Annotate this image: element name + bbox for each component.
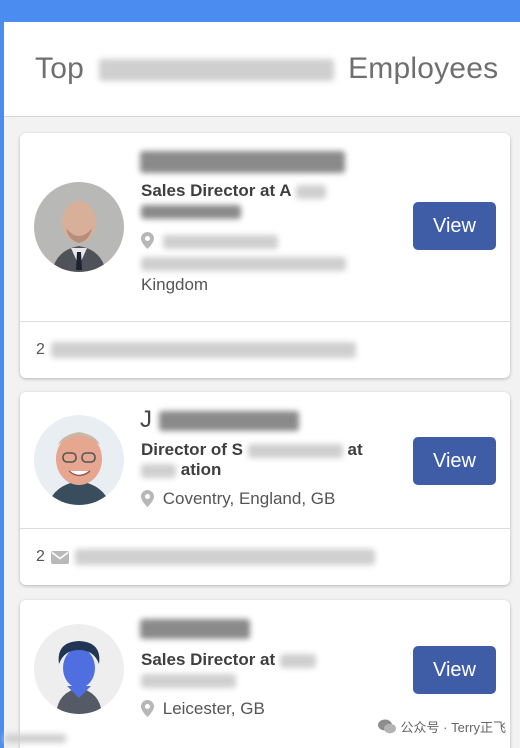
watermark: 公众号 · Terry正飞 [377, 717, 506, 736]
employee-card: J Director of S at ation Coventry, Engla… [20, 392, 510, 585]
employee-card-footer: 2 [20, 528, 510, 585]
envelope-icon [50, 550, 69, 564]
employee-name [140, 614, 250, 642]
redacted-email [74, 549, 375, 565]
page-title: Top Employees [35, 52, 499, 85]
employee-location: Kingdom [141, 230, 391, 296]
location-pin-icon [141, 700, 154, 717]
employee-card-main: Sales Director at A Kingdom View [20, 133, 510, 321]
employee-avatar [34, 182, 124, 272]
employee-location: Leicester, GB [141, 698, 391, 720]
redacted-company-name [98, 59, 334, 82]
employee-title: Sales Director at A [141, 181, 396, 221]
corner-watermark [4, 732, 66, 744]
employee-avatar [34, 415, 124, 505]
employee-avatar [34, 624, 124, 714]
employee-name [140, 147, 345, 175]
employee-name: J [140, 406, 299, 434]
view-button[interactable]: View [413, 646, 496, 694]
employee-location: Coventry, England, GB [141, 488, 391, 510]
wechat-icon [377, 719, 396, 734]
employee-title: Director of S at ation [141, 440, 363, 479]
location-pin-icon [141, 490, 154, 507]
location-pin-icon [141, 232, 154, 249]
employees-panel: Top Employees Sales Director at A Kingdo… [4, 22, 520, 748]
employee-card-footer: 2 [20, 321, 510, 378]
view-button[interactable]: View [413, 437, 496, 485]
view-button[interactable]: View [413, 202, 496, 250]
employee-card: Sales Director at A Kingdom View 2 [20, 133, 510, 378]
employee-card-main: J Director of S at ation Coventry, Engla… [20, 392, 510, 528]
redacted-email [50, 342, 356, 358]
panel-header: Top Employees [4, 22, 520, 117]
employee-title: Sales Director at [141, 650, 396, 690]
